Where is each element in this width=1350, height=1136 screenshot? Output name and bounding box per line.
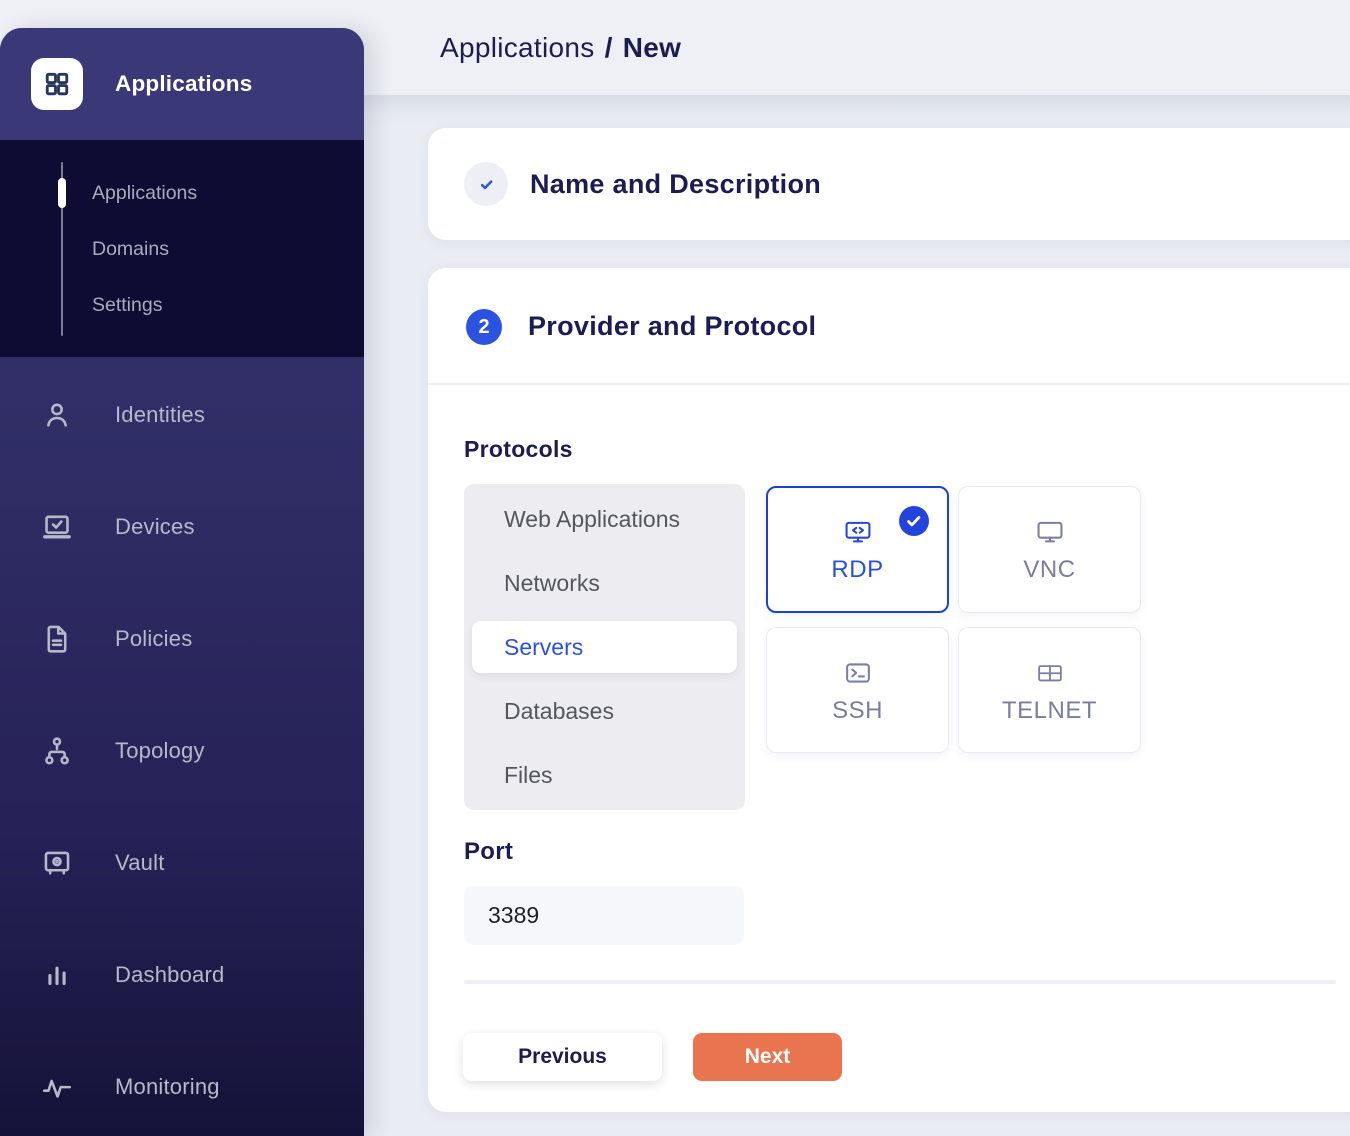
subnav-item-applications[interactable]: Applications — [0, 165, 364, 221]
step2-title: Provider and Protocol — [528, 311, 817, 341]
category-web-applications[interactable]: Web Applications — [464, 487, 745, 551]
pulse-icon — [40, 1070, 74, 1104]
sidebar-item-identities[interactable]: Identities — [0, 359, 364, 471]
safe-icon — [40, 846, 74, 880]
subnav-item-settings[interactable]: Settings — [0, 277, 364, 333]
sidebar-item-label: Dashboard — [115, 962, 225, 987]
sidebar-item-label: Devices — [115, 514, 195, 539]
rdp-monitor-icon — [842, 515, 874, 549]
sidebar-header-label: Applications — [115, 71, 253, 96]
port-input[interactable] — [464, 886, 744, 945]
breadcrumb-separator: / — [604, 31, 613, 63]
sidebar-nav: Identities Devices Policies Topology Vau… — [0, 359, 364, 1136]
sidebar-item-label: Identities — [115, 402, 206, 427]
sidebar: Applications Applications Domains Settin… — [0, 28, 364, 1136]
step1-completed-badge — [464, 162, 508, 206]
port-label: Port — [464, 838, 514, 865]
protocols-label: Protocols — [464, 436, 573, 462]
protocol-tile-ssh[interactable]: SSH — [766, 627, 949, 753]
page: Applications / New Name and Description … — [0, 0, 1350, 1136]
sidebar-item-label: Topology — [115, 738, 205, 763]
category-servers[interactable]: Servers — [472, 621, 737, 673]
check-icon — [480, 179, 492, 189]
section-divider — [464, 980, 1336, 984]
selected-check-icon — [899, 506, 929, 536]
sidebar-item-label: Vault — [115, 850, 165, 875]
user-icon — [40, 398, 74, 432]
protocol-label-rdp: RDP — [831, 556, 884, 583]
grid-logo-icon — [45, 72, 69, 96]
document-icon — [40, 622, 74, 656]
app-logo — [31, 58, 83, 110]
laptop-check-icon — [40, 510, 74, 544]
sidebar-header-applications[interactable]: Applications — [0, 28, 364, 140]
breadcrumb: Applications / New — [440, 0, 681, 95]
bar-chart-icon — [40, 958, 74, 992]
protocol-label-telnet: TELNET — [1001, 696, 1097, 724]
sidebar-item-label: Monitoring — [115, 1074, 220, 1099]
sidebar-item-topology[interactable]: Topology — [0, 695, 364, 807]
sidebar-item-label: Policies — [115, 626, 193, 651]
step1-card[interactable]: Name and Description — [428, 128, 1350, 240]
sidebar-subnav: Applications Domains Settings — [0, 140, 364, 357]
step1-title: Name and Description — [530, 168, 822, 199]
protocol-tile-vnc[interactable]: VNC — [958, 486, 1141, 613]
sidebar-item-dashboard[interactable]: Dashboard — [0, 919, 364, 1031]
protocol-tile-telnet[interactable]: TELNET — [958, 627, 1141, 753]
protocol-label-vnc: VNC — [1023, 556, 1076, 583]
sidebar-item-monitoring[interactable]: Monitoring — [0, 1031, 364, 1136]
category-databases[interactable]: Databases — [464, 679, 745, 743]
sidebar-item-policies[interactable]: Policies — [0, 583, 364, 695]
terminal-icon — [842, 656, 874, 690]
protocol-label-ssh: SSH — [832, 696, 883, 724]
category-networks[interactable]: Networks — [464, 551, 745, 615]
sidebar-item-vault[interactable]: Vault — [0, 807, 364, 919]
step2-number-badge: 2 — [466, 309, 502, 345]
subnav-item-domains[interactable]: Domains — [0, 221, 364, 277]
next-button[interactable]: Next — [693, 1033, 842, 1081]
step2-header[interactable]: 2 Provider and Protocol — [428, 268, 1350, 385]
category-files[interactable]: Files — [464, 743, 745, 807]
previous-button[interactable]: Previous — [463, 1033, 662, 1081]
network-tree-icon — [40, 734, 74, 768]
sidebar-item-devices[interactable]: Devices — [0, 471, 364, 583]
protocol-category-list: Web Applications Networks Servers Databa… — [464, 484, 745, 810]
breadcrumb-current: New — [622, 31, 682, 63]
subnav-active-indicator — [58, 178, 66, 208]
protocol-tile-rdp[interactable]: RDP — [766, 486, 949, 613]
window-grid-icon — [1034, 656, 1066, 690]
step2-card: 2 Provider and Protocol Protocols Web Ap… — [428, 268, 1350, 1112]
breadcrumb-section-link[interactable]: Applications — [440, 32, 595, 64]
vnc-monitor-icon — [1034, 515, 1066, 549]
